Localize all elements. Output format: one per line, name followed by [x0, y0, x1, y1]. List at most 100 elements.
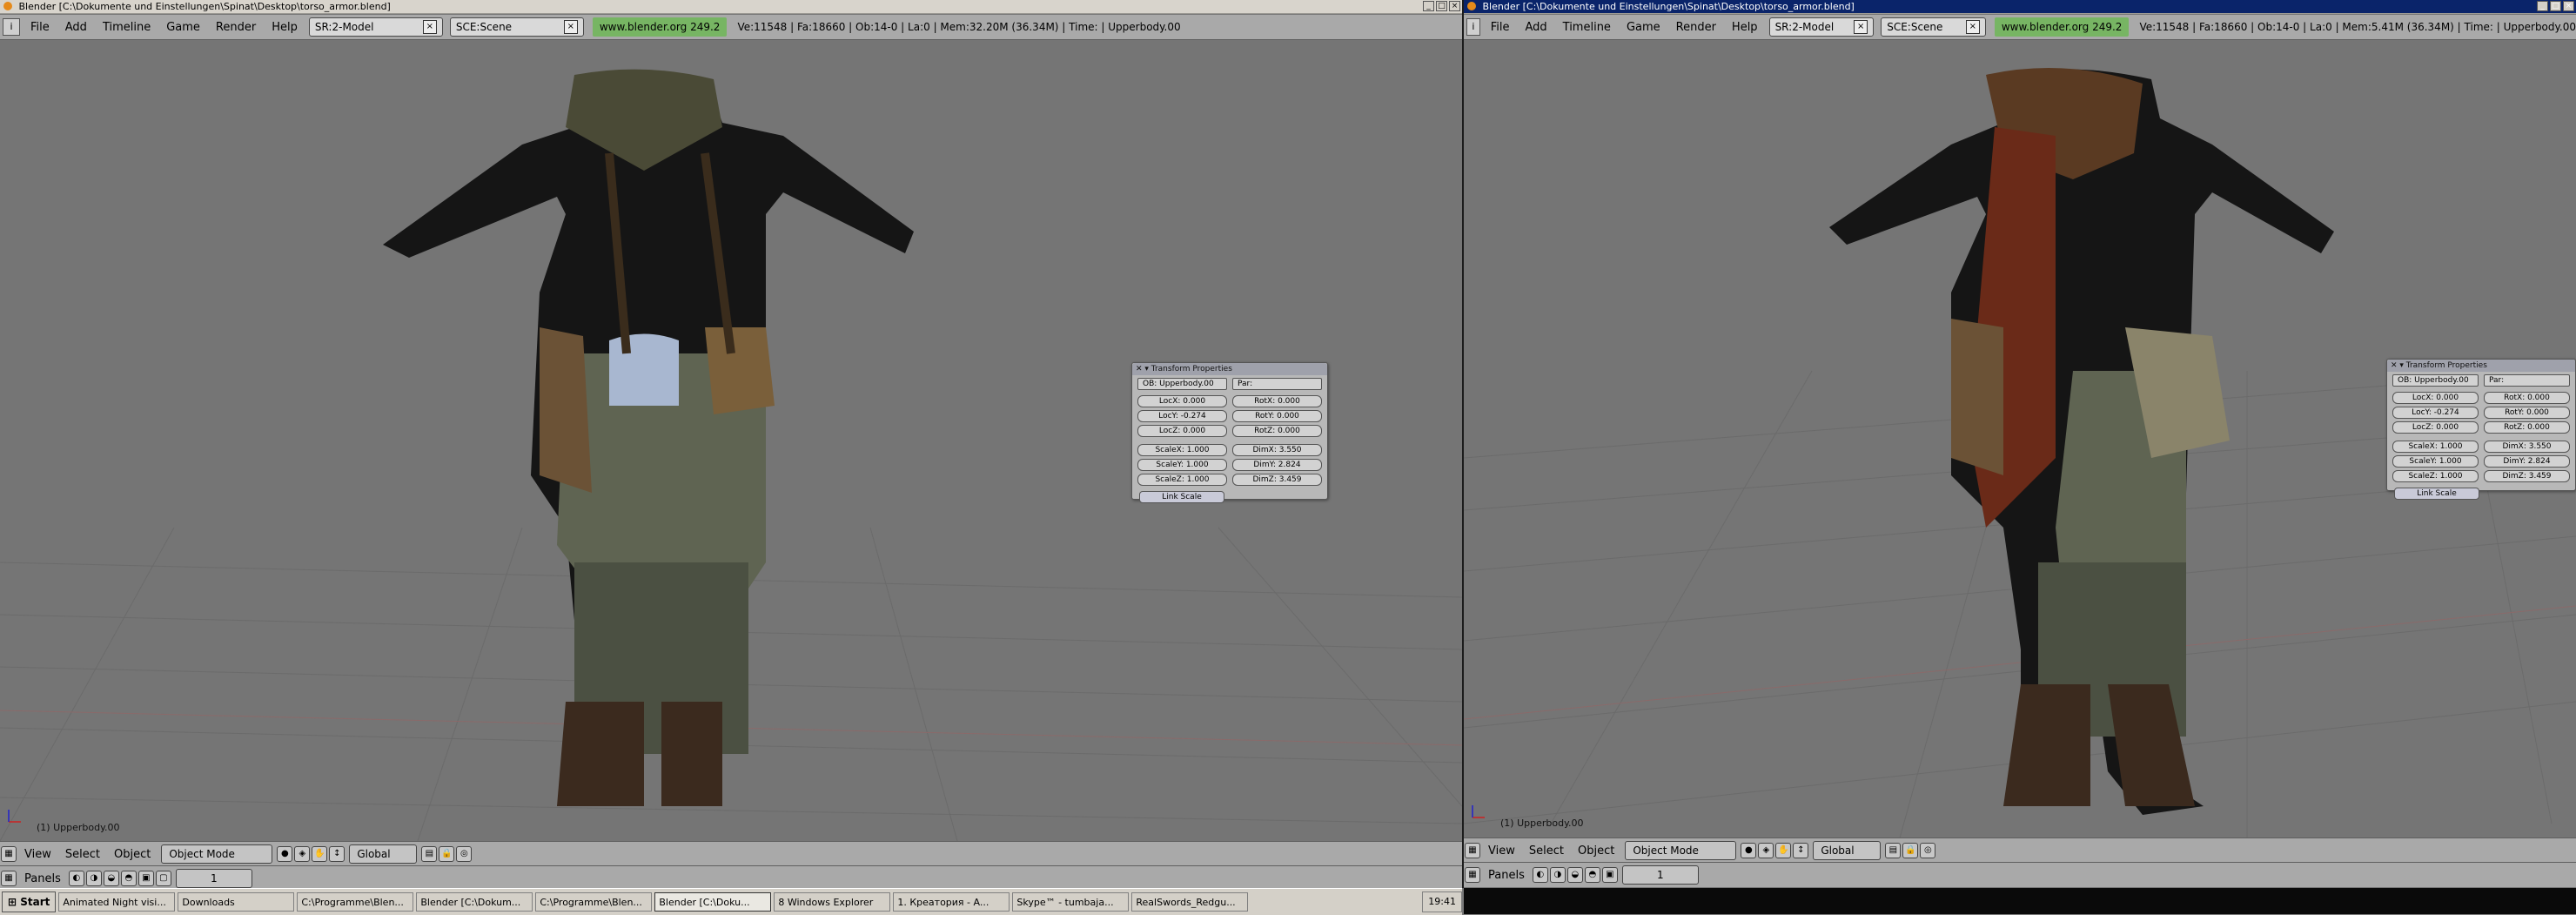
close-icon[interactable]: ×	[422, 20, 437, 34]
taskbar-item[interactable]: 8 Windows Explorer	[774, 892, 891, 912]
menu-game[interactable]: Game	[1619, 21, 1668, 34]
taskbar-item-active[interactable]: Blender [C:\Doku...	[654, 892, 772, 912]
dim-z-field[interactable]: DimZ: 3.459	[2484, 470, 2570, 482]
edit-icon[interactable]: ▣	[1601, 867, 1618, 883]
start-button[interactable]: ⊞ Start	[2, 891, 57, 912]
menu-object[interactable]: Object	[107, 848, 158, 861]
scale-z-field[interactable]: ScaleZ: 1.000	[1137, 474, 1227, 486]
dim-x-field[interactable]: DimX: 3.550	[1232, 444, 1322, 456]
scale-z-field[interactable]: ScaleZ: 1.000	[2392, 470, 2479, 482]
edit-icon[interactable]: ▣	[138, 871, 154, 886]
dim-z-field[interactable]: DimZ: 3.459	[1232, 474, 1322, 486]
maximize-icon[interactable]: □	[2550, 1, 2561, 11]
taskbar-item[interactable]: C:\Programme\Blen...	[535, 892, 653, 912]
editor-type-icon[interactable]: i	[3, 18, 20, 36]
blender-org-link[interactable]: www.blender.org 249.2	[1994, 17, 2130, 37]
rot-x-field[interactable]: RotX: 0.000	[2484, 392, 2570, 404]
shading-icon[interactable]: ●	[1741, 843, 1757, 858]
rot-z-field[interactable]: RotZ: 0.000	[1232, 425, 1322, 437]
menu-add[interactable]: Add	[1517, 21, 1554, 34]
object-icon[interactable]: ◓	[120, 871, 137, 886]
loc-y-field[interactable]: LocY: -0.274	[1137, 410, 1227, 422]
loc-z-field[interactable]: LocZ: 0.000	[1137, 425, 1227, 437]
loc-x-field[interactable]: LocX: 0.000	[1137, 395, 1227, 407]
taskbar-item[interactable]: Skype™ - tumbaja...	[1012, 892, 1130, 912]
manipulator-icon[interactable]: ✋	[312, 846, 328, 862]
menu-timeline[interactable]: Timeline	[95, 21, 158, 34]
menu-render[interactable]: Render	[208, 21, 264, 34]
taskbar-item[interactable]: Downloads	[178, 892, 295, 912]
menu-timeline[interactable]: Timeline	[1555, 21, 1619, 34]
scene-icon[interactable]: ▢	[155, 871, 171, 886]
menu-file[interactable]: File	[23, 21, 57, 34]
object-icon[interactable]: ◓	[1584, 867, 1600, 883]
menu-help[interactable]: Help	[264, 21, 305, 34]
close-icon[interactable]: ×	[1854, 20, 1868, 34]
translate-icon[interactable]: ↕	[329, 846, 345, 862]
logic-icon[interactable]: ◐	[68, 871, 84, 886]
dim-x-field[interactable]: DimX: 3.550	[2484, 441, 2570, 453]
layers-icon[interactable]: ▤	[1885, 843, 1902, 858]
scene-selector[interactable]: SCE:Scene ×	[449, 17, 584, 37]
rot-z-field[interactable]: RotZ: 0.000	[2484, 421, 2570, 434]
lock-icon[interactable]: 🔒	[1902, 843, 1919, 858]
menu-render[interactable]: Render	[1668, 21, 1724, 34]
manipulator-icon[interactable]: ✋	[1775, 843, 1792, 858]
translate-icon[interactable]: ↕	[1793, 843, 1809, 858]
pivot-icon[interactable]: ◈	[294, 846, 311, 862]
menu-view[interactable]: View	[17, 848, 58, 861]
scene-selector[interactable]: SCE:Scene ×	[1881, 17, 1986, 37]
rot-x-field[interactable]: RotX: 0.000	[1232, 395, 1322, 407]
taskbar-item[interactable]: 1. Креатория - A...	[893, 892, 1010, 912]
3d-viewport[interactable]: (1) Upperbody.00 ✕ ▾ Transform Propertie…	[0, 40, 1462, 841]
lock-icon[interactable]: 🔒	[439, 846, 455, 862]
mode-selector[interactable]: Object Mode	[1625, 841, 1737, 860]
object-name-field[interactable]: OB: Upperbody.00	[2392, 374, 2479, 387]
minimize-icon[interactable]: _	[1423, 1, 1434, 11]
blender-org-link[interactable]: www.blender.org 249.2	[592, 17, 728, 37]
menu-help[interactable]: Help	[1724, 21, 1766, 34]
taskbar-item[interactable]: C:\Programme\Blen...	[297, 892, 414, 912]
rot-y-field[interactable]: RotY: 0.000	[2484, 407, 2570, 419]
menu-object[interactable]: Object	[1571, 844, 1621, 858]
menu-select[interactable]: Select	[58, 848, 107, 861]
menu-select[interactable]: Select	[1522, 844, 1571, 858]
shading-icon[interactable]: ●	[277, 846, 293, 862]
script-icon[interactable]: ◑	[1549, 867, 1566, 883]
parent-field[interactable]: Par:	[1232, 378, 1322, 390]
dim-y-field[interactable]: DimY: 2.824	[2484, 455, 2570, 468]
mode-selector[interactable]: Object Mode	[161, 844, 273, 864]
editor-type-icon[interactable]: i	[1466, 18, 1480, 36]
scale-x-field[interactable]: ScaleX: 1.000	[1137, 444, 1227, 456]
menu-add[interactable]: Add	[57, 21, 95, 34]
taskbar-item[interactable]: RealSwords_Redgu...	[1131, 892, 1249, 912]
scale-y-field[interactable]: ScaleY: 1.000	[1137, 459, 1227, 471]
scale-x-field[interactable]: ScaleX: 1.000	[2392, 441, 2479, 453]
loc-x-field[interactable]: LocX: 0.000	[2392, 392, 2479, 404]
loc-z-field[interactable]: LocZ: 0.000	[2392, 421, 2479, 434]
rot-y-field[interactable]: RotY: 0.000	[1232, 410, 1322, 422]
editor-type-icon[interactable]: ▦	[1465, 867, 1480, 883]
panels-menu[interactable]: Panels	[17, 872, 68, 885]
taskbar-item[interactable]: Animated Night visi...	[58, 892, 176, 912]
close-icon[interactable]: ×	[1965, 20, 1980, 34]
link-scale-button[interactable]: Link Scale	[2394, 488, 2479, 500]
render-icon[interactable]: ◎	[456, 846, 473, 862]
close-icon[interactable]: ×	[2563, 1, 2574, 11]
parent-field[interactable]: Par:	[2484, 374, 2570, 387]
shading-icon[interactable]: ◒	[1566, 867, 1583, 883]
scale-y-field[interactable]: ScaleY: 1.000	[2392, 455, 2479, 468]
dim-y-field[interactable]: DimY: 2.824	[1232, 459, 1322, 471]
loc-y-field[interactable]: LocY: -0.274	[2392, 407, 2479, 419]
object-name-field[interactable]: OB: Upperbody.00	[1137, 378, 1227, 390]
menu-game[interactable]: Game	[158, 21, 208, 34]
menu-view[interactable]: View	[1481, 844, 1522, 858]
editor-type-icon[interactable]: ▦	[1, 846, 17, 862]
editor-type-icon[interactable]: ▦	[1, 871, 17, 886]
screen-selector[interactable]: SR:2-Model ×	[308, 17, 443, 37]
pivot-icon[interactable]: ◈	[1758, 843, 1774, 858]
logic-icon[interactable]: ◐	[1532, 867, 1548, 883]
orientation-selector[interactable]: Global	[349, 844, 418, 864]
frame-field[interactable]: 1	[175, 869, 252, 888]
frame-field[interactable]: 1	[1621, 865, 1699, 885]
